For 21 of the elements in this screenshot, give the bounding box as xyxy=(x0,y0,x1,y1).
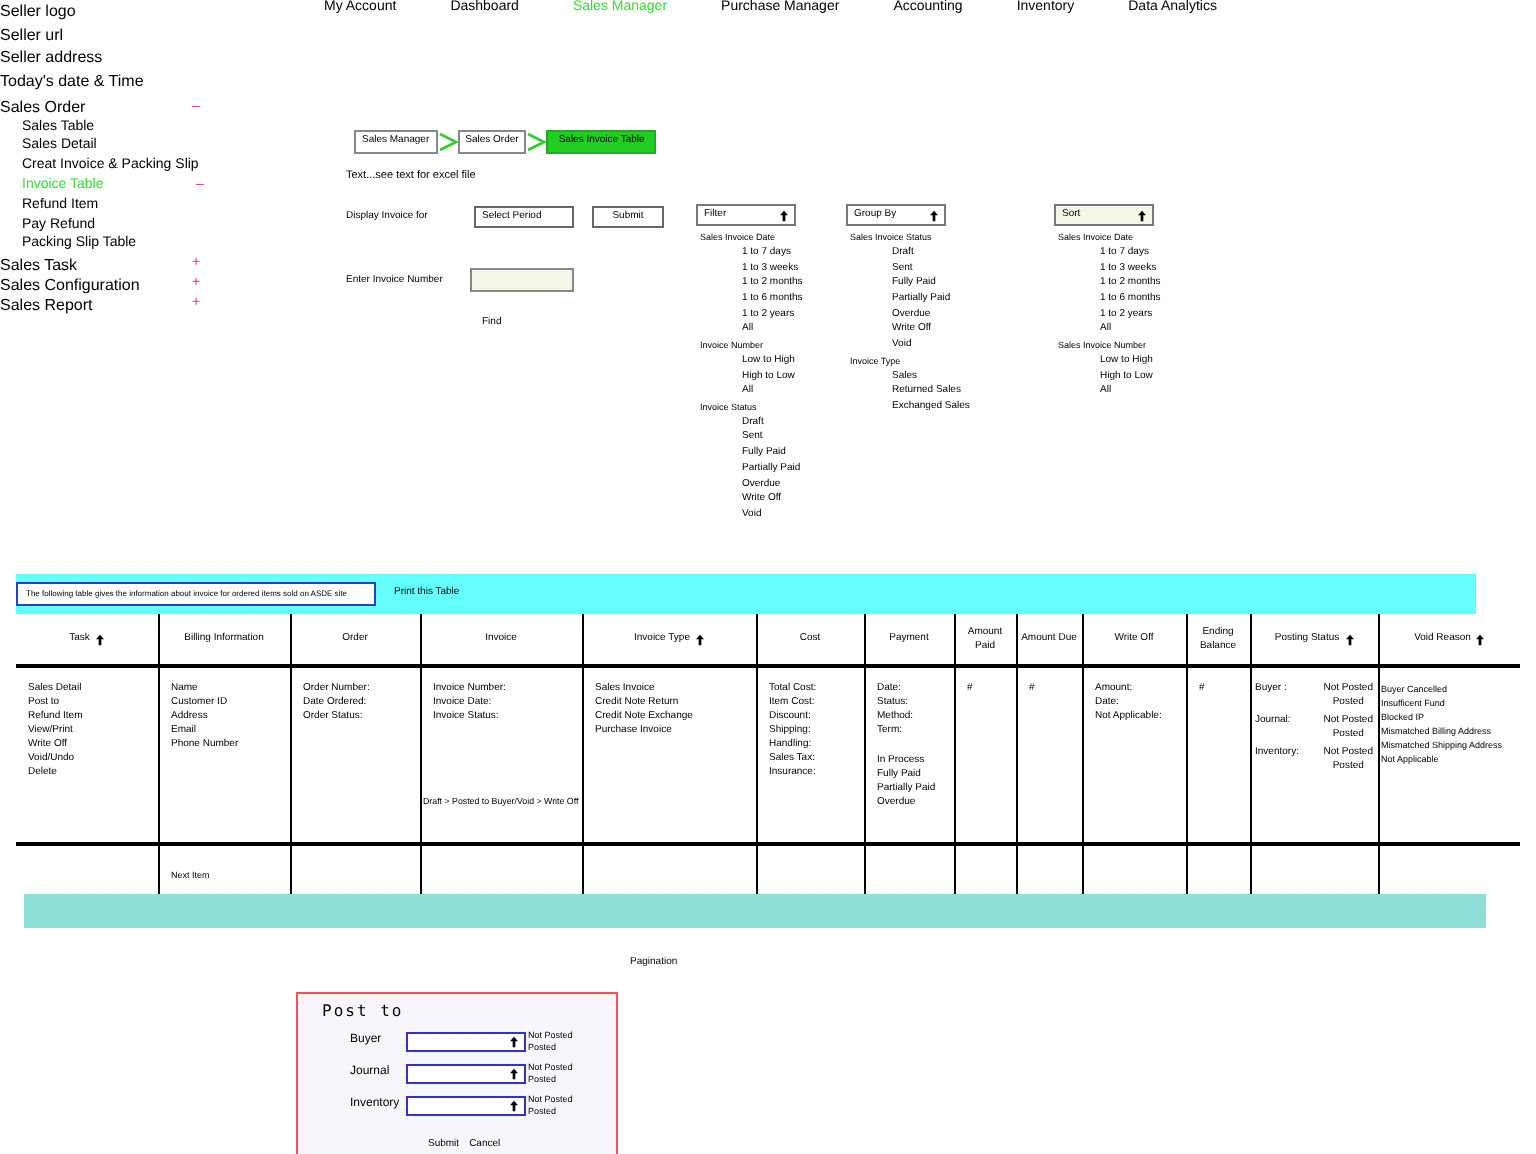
sidebar-item[interactable]: Sales Report xyxy=(0,293,192,318)
dropdown-arrow-icon xyxy=(510,1067,518,1079)
dropdown-arrow-icon xyxy=(780,209,788,222)
post-select[interactable] xyxy=(406,1031,526,1051)
seller-info-text: Seller url xyxy=(0,23,66,46)
post-select[interactable] xyxy=(406,1095,526,1115)
seller-info-text: Today's date & Time xyxy=(0,69,146,92)
dropdown-arrow-icon xyxy=(930,209,938,222)
post-select[interactable] xyxy=(406,1063,526,1083)
seller-info-text: Seller address xyxy=(0,46,105,69)
dropdown-arrow-icon xyxy=(510,1035,518,1047)
chevron-icon xyxy=(437,132,458,152)
dropdown-arrow-icon xyxy=(1138,209,1146,222)
sidebar-item[interactable]: Sales Task xyxy=(0,253,192,278)
dropdown-arrow-icon xyxy=(510,1099,518,1111)
chevron-icon xyxy=(526,132,547,152)
sidebar-item[interactable]: Sales Order xyxy=(0,96,192,120)
seller-info-text: Seller logo xyxy=(0,0,78,23)
invoice-number-field[interactable] xyxy=(470,268,574,293)
dialog-title: Post to xyxy=(322,999,406,1023)
sidebar-item[interactable]: Sales Configuration xyxy=(0,273,192,298)
